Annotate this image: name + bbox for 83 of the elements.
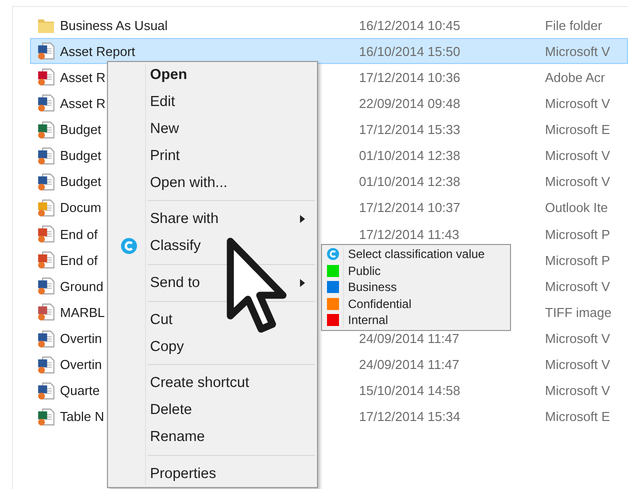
file-type: Microsoft P — [545, 252, 610, 268]
file-name: Budget — [60, 174, 102, 190]
menu-item[interactable]: Public — [322, 262, 510, 279]
file-name: Asset R — [60, 70, 106, 85]
menu-item[interactable]: Confidential — [322, 296, 510, 312]
file-name: Quarte — [60, 383, 100, 398]
file-type: Microsoft V — [545, 357, 610, 372]
document-icon — [37, 42, 55, 60]
menu-item[interactable]: Create shortcut — [108, 370, 317, 397]
file-date: 17/12/2014 11:43 — [359, 226, 460, 242]
file-date: 24/09/2014 11:47 — [359, 357, 460, 372]
menu-item[interactable]: Share with — [108, 206, 317, 233]
file-type: File folder — [545, 18, 602, 33]
document-icon — [37, 303, 55, 322]
file-type: TIFF image — [545, 304, 612, 320]
file-name: Overtin — [60, 357, 102, 372]
file-type: Outlook Ite — [545, 200, 608, 216]
menu-item[interactable]: Print — [108, 142, 317, 170]
file-date: 17/12/2014 10:37 — [359, 200, 462, 216]
file-date: 17/12/2014 10:36 — [359, 70, 462, 85]
file-type: Microsoft V — [545, 278, 610, 294]
menu-item[interactable]: Open with... — [108, 169, 317, 196]
document-icon — [37, 356, 55, 374]
menu-item[interactable]: Send to — [108, 270, 317, 296]
classify-icon — [327, 248, 339, 260]
file-name: Budget — [60, 122, 102, 138]
menu-item[interactable]: Properties — [108, 460, 317, 488]
file-name: Business As Usual — [60, 18, 168, 33]
file-type: Microsoft E — [545, 409, 610, 424]
file-date: 01/10/2014 12:38 — [359, 174, 462, 190]
menu-item[interactable]: Cut — [108, 306, 317, 334]
file-type: Microsoft P — [545, 226, 610, 242]
file-name: End of — [60, 226, 98, 242]
menu-item[interactable]: Rename — [108, 424, 317, 450]
file-type: Microsoft V — [545, 96, 610, 111]
file-date: 16/12/2014 10:45 — [359, 18, 462, 33]
document-icon — [37, 198, 55, 217]
file-name: Ground — [60, 278, 104, 294]
document-icon — [37, 408, 55, 426]
menu-item[interactable]: Classify — [108, 232, 317, 260]
file-name: Overtin — [60, 331, 102, 346]
document-icon — [37, 120, 55, 139]
menu-item[interactable]: Open — [108, 62, 317, 89]
file-type: Adobe Acr — [545, 70, 605, 85]
document-icon — [37, 172, 55, 191]
document-icon — [37, 330, 55, 348]
document-icon — [37, 382, 55, 400]
file-date: 01/10/2014 12:38 — [359, 148, 462, 164]
menu-item[interactable]: Select classification value — [322, 246, 510, 262]
file-name: Budget — [60, 148, 102, 164]
document-icon — [37, 94, 55, 112]
file-name: Docum — [60, 200, 102, 216]
menu-item[interactable]: Delete — [108, 396, 317, 424]
document-icon — [37, 68, 55, 86]
file-date: 22/09/2014 09:48 — [359, 96, 462, 111]
classify-icon — [121, 238, 137, 254]
menu-item[interactable]: Copy — [108, 333, 317, 360]
file-type: Microsoft V — [545, 174, 610, 190]
file-name: Asset R — [60, 96, 106, 111]
submenu-arrow-icon — [300, 215, 305, 224]
file-date: 24/09/2014 11:47 — [359, 331, 460, 346]
menu-item[interactable]: Internal — [322, 312, 510, 328]
file-date: 17/12/2014 15:34 — [359, 409, 462, 424]
file-name: End of — [60, 252, 98, 268]
document-icon — [37, 277, 55, 296]
file-type: Microsoft V — [545, 331, 610, 346]
document-icon — [37, 225, 55, 244]
file-type: Microsoft V — [545, 44, 610, 59]
file-date: 16/10/2014 15:50 — [359, 44, 462, 59]
file-name: Table N — [60, 409, 104, 424]
menu-item[interactable]: Business — [322, 279, 510, 296]
submenu-arrow-icon — [300, 278, 305, 287]
document-icon — [37, 251, 55, 270]
menu-item[interactable]: Edit — [108, 88, 317, 116]
file-type: Microsoft V — [545, 383, 610, 398]
document-icon — [37, 146, 55, 165]
file-name: MARBL — [60, 304, 105, 320]
file-date: 15/10/2014 14:58 — [359, 383, 462, 398]
file-type: Microsoft E — [545, 122, 610, 138]
menu-item[interactable]: New — [108, 116, 317, 142]
file-name: Asset Report — [60, 44, 136, 59]
file-date: 17/12/2014 15:33 — [359, 122, 462, 138]
file-type: Microsoft V — [545, 148, 610, 164]
